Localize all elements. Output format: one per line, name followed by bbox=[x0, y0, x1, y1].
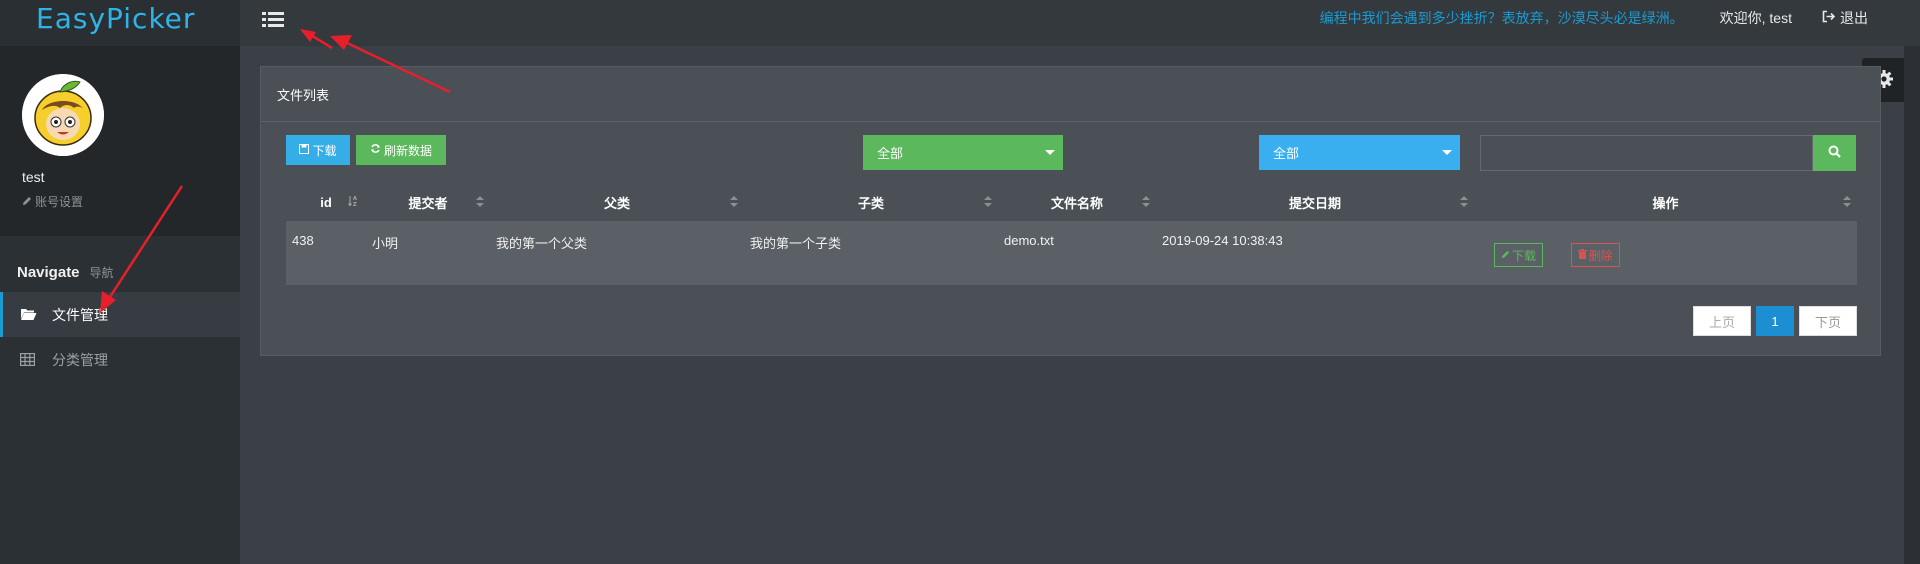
annotation-arrows bbox=[100, 29, 451, 313]
